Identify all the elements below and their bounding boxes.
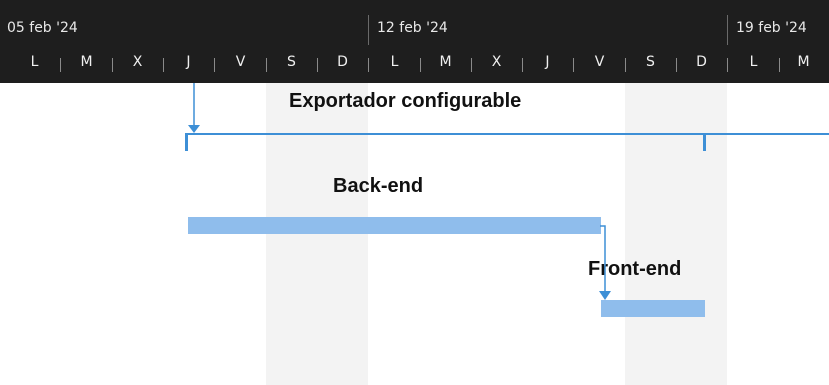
dependency-arrow-summary [188, 83, 200, 133]
dependency-arrow-backend-to-frontend [599, 225, 611, 300]
dependency-links [188, 83, 611, 300]
